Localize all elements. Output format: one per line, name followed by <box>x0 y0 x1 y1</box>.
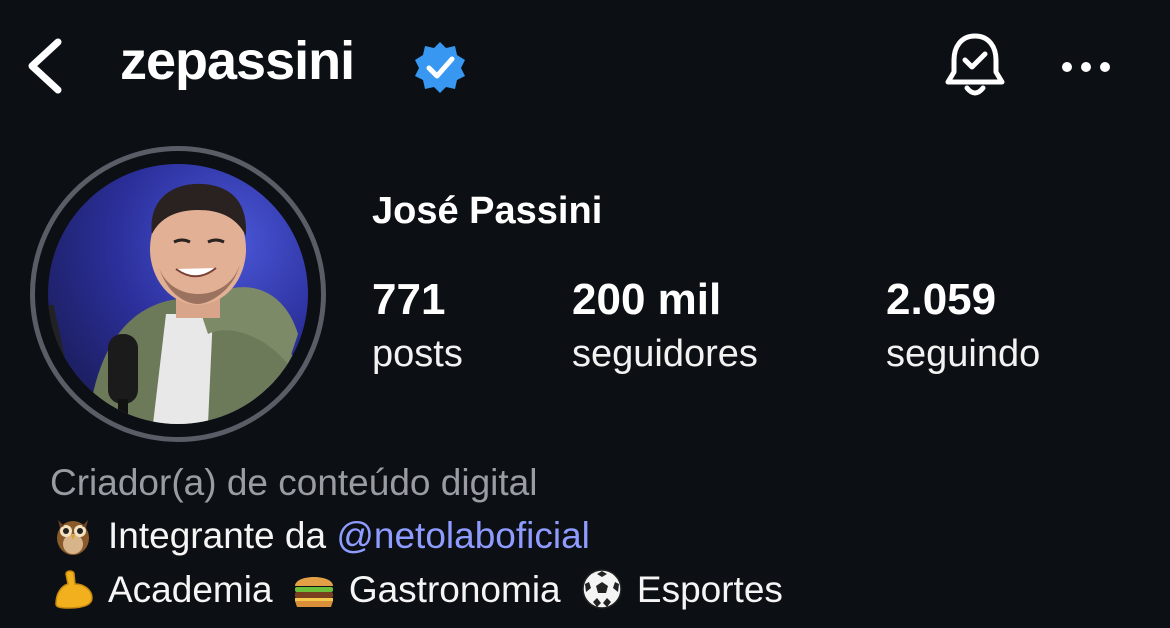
profile-category: Criador(a) de conteúdo digital <box>50 462 538 503</box>
username-title: zepassini <box>120 31 355 91</box>
avatar[interactable] <box>48 164 308 424</box>
following-stat[interactable]: 2.059 seguindo <box>886 276 1040 380</box>
bio-item-2: Gastronomia <box>348 569 561 610</box>
back-icon[interactable] <box>22 34 70 98</box>
owl-icon <box>57 520 89 555</box>
hamburger-icon <box>294 577 333 607</box>
soccer-ball-icon <box>582 569 622 609</box>
bio-item-3: Esportes <box>636 569 783 610</box>
flexed-biceps-icon <box>55 570 93 609</box>
full-name: José Passini <box>372 190 603 232</box>
verified-badge-icon <box>415 42 465 93</box>
followers-stat[interactable]: 200 mil seguidores <box>572 276 758 380</box>
bio-line-1-prefix: Integrante da <box>108 515 337 556</box>
bio-line-2: Academia Gastronomia Esportes <box>50 568 783 611</box>
bio-item-1: Academia <box>108 569 273 610</box>
following-label: seguindo <box>886 333 1041 375</box>
mention-link[interactable]: @netolaboficial <box>336 515 590 556</box>
posts-count: 771 <box>372 275 446 324</box>
following-count: 2.059 <box>886 275 997 324</box>
more-horizontal-icon[interactable] <box>1060 60 1112 74</box>
avatar-photo <box>48 183 308 424</box>
followers-label: seguidores <box>572 333 758 375</box>
posts-stat[interactable]: 771 posts <box>372 276 463 380</box>
followers-count: 200 mil <box>572 275 722 324</box>
bio-line-1: Integrante da @netolaboficial <box>50 514 590 557</box>
posts-label: posts <box>372 333 463 375</box>
bell-check-icon[interactable] <box>940 30 1010 102</box>
profile-page: zepassini José Passini 771 posts 200 mil… <box>0 0 1170 628</box>
